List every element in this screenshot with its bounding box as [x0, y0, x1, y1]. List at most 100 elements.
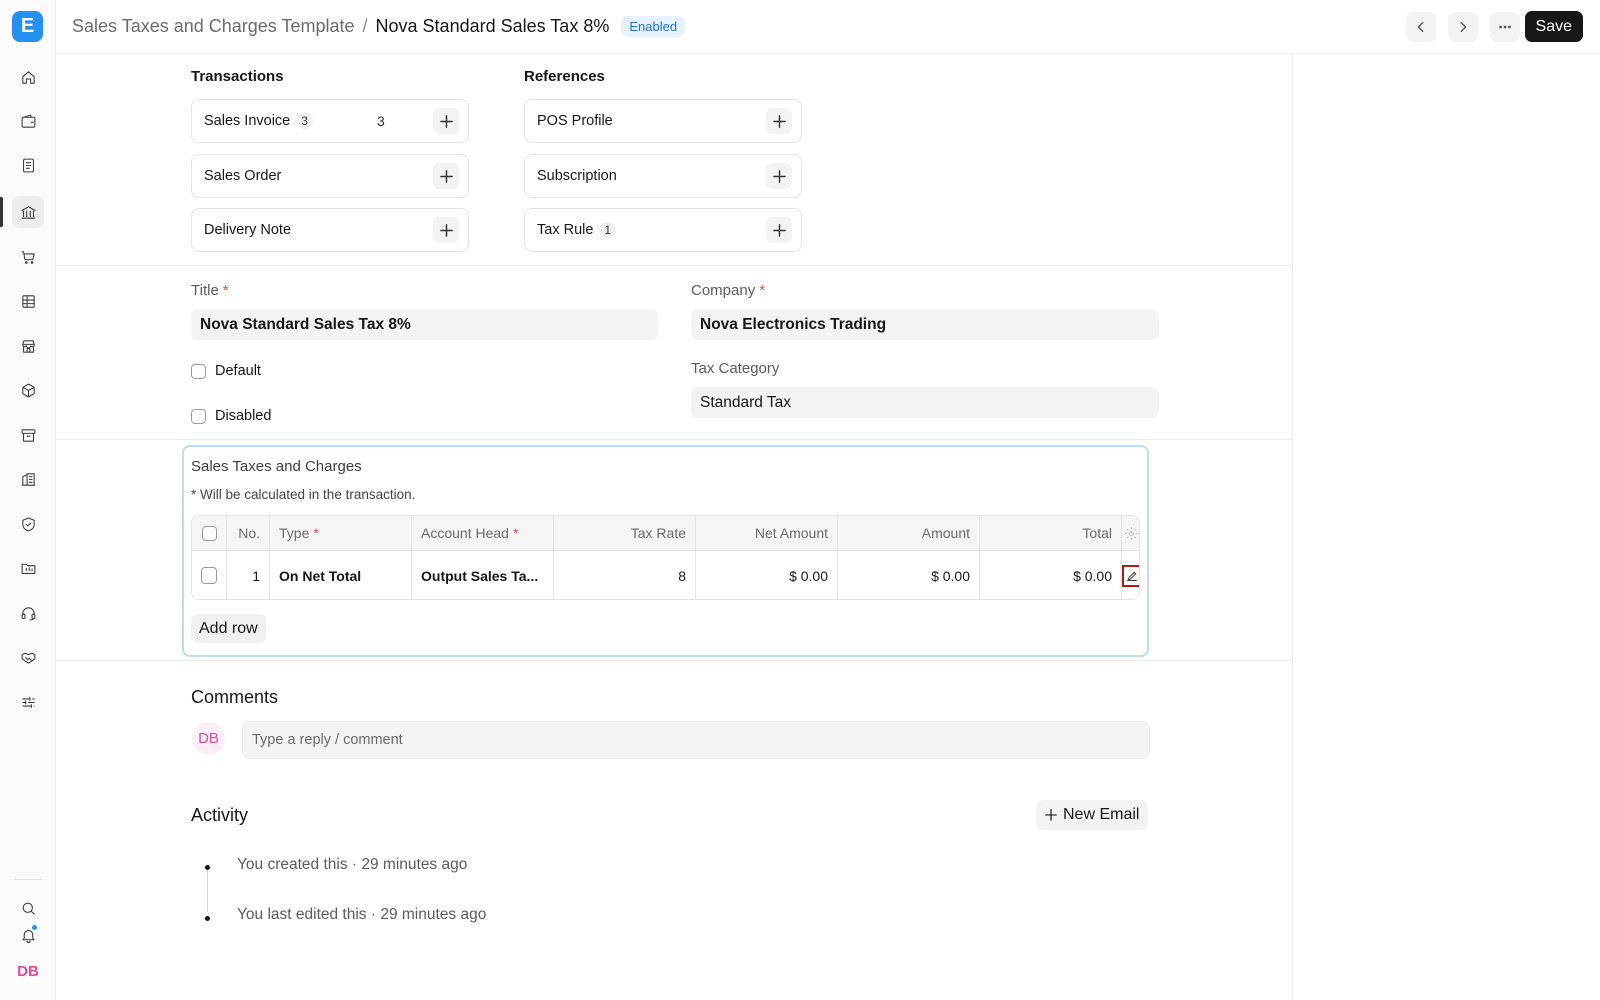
status-badge: Enabled	[621, 16, 686, 37]
cell-tax-rate[interactable]: 8	[554, 551, 696, 599]
cell-no: 1	[227, 551, 270, 599]
sidebar-item-settings[interactable]	[12, 686, 44, 718]
activity-item: You last edited this · 29 minutes ago	[237, 906, 487, 923]
add-sales-invoice-button[interactable]	[433, 108, 459, 134]
plus-icon	[439, 169, 453, 183]
required-mark: *	[222, 282, 229, 299]
notification-dot	[31, 924, 38, 931]
sidebar: E DB	[0, 0, 56, 1000]
disabled-checkbox-row[interactable]: Disabled	[191, 408, 271, 424]
sidebar-item-table[interactable]	[12, 285, 44, 317]
required-mark: *	[512, 525, 519, 541]
chevron-left-icon	[1417, 21, 1424, 33]
breadcrumb-parent-link[interactable]: Sales Taxes and Charges Template	[72, 16, 355, 37]
title-label-text: Title	[191, 282, 219, 299]
add-pos-profile-button[interactable]	[766, 108, 792, 134]
previous-doc-button[interactable]	[1406, 12, 1436, 42]
search-icon	[22, 902, 35, 915]
new-email-label: New Email	[1063, 806, 1140, 823]
sidebar-item-support[interactable]	[12, 597, 44, 629]
sidebar-item-crm[interactable]	[12, 641, 44, 673]
company-label-text: Company	[691, 282, 756, 299]
title-input[interactable]: Nova Standard Sales Tax 8%	[191, 309, 658, 340]
column-type-text: Type	[279, 525, 310, 541]
sidebar-item-quality[interactable]	[12, 508, 44, 540]
taxes-description: * Will be calculated in the transaction.	[191, 487, 416, 502]
default-checkbox-row[interactable]: Default	[191, 363, 261, 379]
more-actions-button[interactable]	[1490, 12, 1520, 42]
column-amount: Amount	[838, 516, 980, 550]
sidebar-item-document[interactable]	[12, 149, 44, 181]
taxes-title: Sales Taxes and Charges	[191, 458, 362, 475]
column-settings-button[interactable]	[1122, 516, 1139, 550]
company-input[interactable]: Nova Electronics Trading	[691, 309, 1159, 340]
sidebar-item-home[interactable]	[12, 61, 44, 93]
add-row-button[interactable]: Add row	[191, 614, 266, 643]
comment-avatar: DB	[192, 722, 225, 755]
tax-category-input[interactable]: Standard Tax	[691, 387, 1159, 418]
sidebar-item-wallet[interactable]	[12, 105, 44, 137]
taxes-grid-header: No. Type * Account Head * Tax Rate Net Amo…	[192, 516, 1139, 551]
sidebar-item-assets[interactable]	[12, 463, 44, 495]
company-label: Company *	[691, 282, 765, 299]
folder-icon	[21, 563, 35, 574]
section-divider	[56, 439, 1293, 440]
cell-total: $ 0.00	[980, 551, 1122, 599]
connection-sales-order[interactable]: Sales Order	[191, 154, 469, 198]
cart-icon	[21, 250, 35, 264]
sidebar-item-accounting[interactable]	[12, 196, 44, 228]
comment-input[interactable]: Type a reply / comment	[242, 721, 1150, 759]
sidebar-item-archive[interactable]	[12, 419, 44, 451]
page-header: Sales Taxes and Charges Template / Nova …	[56, 0, 1600, 54]
activity-timeline-line	[207, 866, 208, 912]
connection-pos-profile[interactable]: POS Profile	[524, 99, 802, 143]
connection-label: POS Profile	[537, 113, 613, 129]
sidebar-item-projects[interactable]	[12, 552, 44, 584]
next-doc-button[interactable]	[1448, 12, 1478, 42]
plus-icon	[439, 114, 453, 128]
default-label: Default	[215, 363, 261, 379]
row-checkbox[interactable]	[201, 567, 217, 584]
disabled-checkbox[interactable]	[191, 408, 206, 424]
default-checkbox[interactable]	[191, 363, 206, 379]
cell-account-head[interactable]: Output Sales Ta...	[412, 551, 554, 599]
store-icon	[21, 339, 35, 353]
add-delivery-note-button[interactable]	[433, 217, 459, 243]
table-row[interactable]: 1 On Net Total Output Sales Ta... 8 $ 0.…	[192, 551, 1139, 599]
references-heading: References	[524, 68, 605, 85]
sidebar-item-store[interactable]	[12, 330, 44, 362]
add-tax-rule-button[interactable]	[766, 217, 792, 243]
save-button[interactable]: Save	[1524, 11, 1583, 42]
archive-icon	[21, 428, 35, 442]
connection-tax-rule[interactable]: Tax Rule 1	[524, 208, 802, 252]
cell-net-amount: $ 0.00	[696, 551, 838, 599]
add-subscription-button[interactable]	[766, 163, 792, 189]
select-all-checkbox[interactable]	[201, 525, 217, 541]
connection-sales-invoice[interactable]: Sales Invoice 3 3	[191, 99, 469, 143]
new-email-button[interactable]: New Email	[1036, 800, 1149, 830]
taxes-grid: No. Type * Account Head * Tax Rate Net Amo…	[191, 515, 1140, 600]
disabled-label: Disabled	[215, 408, 272, 424]
plus-icon	[772, 169, 786, 183]
connection-subscription[interactable]: Subscription	[524, 154, 802, 198]
add-sales-order-button[interactable]	[433, 163, 459, 189]
column-total: Total	[980, 516, 1122, 550]
connection-delivery-note[interactable]: Delivery Note	[191, 208, 469, 252]
breadcrumb: Sales Taxes and Charges Template / Nova …	[72, 16, 686, 37]
edit-row-button[interactable]	[1122, 564, 1139, 587]
more-horizontal-icon	[1499, 25, 1511, 29]
cell-type[interactable]: On Net Total	[270, 551, 412, 599]
sidebar-item-selling[interactable]	[12, 241, 44, 273]
sidebar-item-stock[interactable]	[12, 374, 44, 406]
sidebar-notifications-button[interactable]	[12, 919, 44, 951]
breadcrumb-separator: /	[362, 16, 368, 36]
headset-icon	[21, 606, 35, 620]
form-main: Transactions References Sales Invoice 3 …	[56, 54, 1293, 1000]
sidebar-active-indicator	[0, 197, 3, 227]
user-avatar[interactable]: DB	[12, 955, 44, 987]
activity-dot	[205, 865, 210, 870]
connection-label: Subscription	[537, 168, 617, 184]
section-divider	[56, 265, 1293, 266]
bank-icon	[21, 205, 35, 219]
app-logo[interactable]: E	[12, 11, 43, 42]
